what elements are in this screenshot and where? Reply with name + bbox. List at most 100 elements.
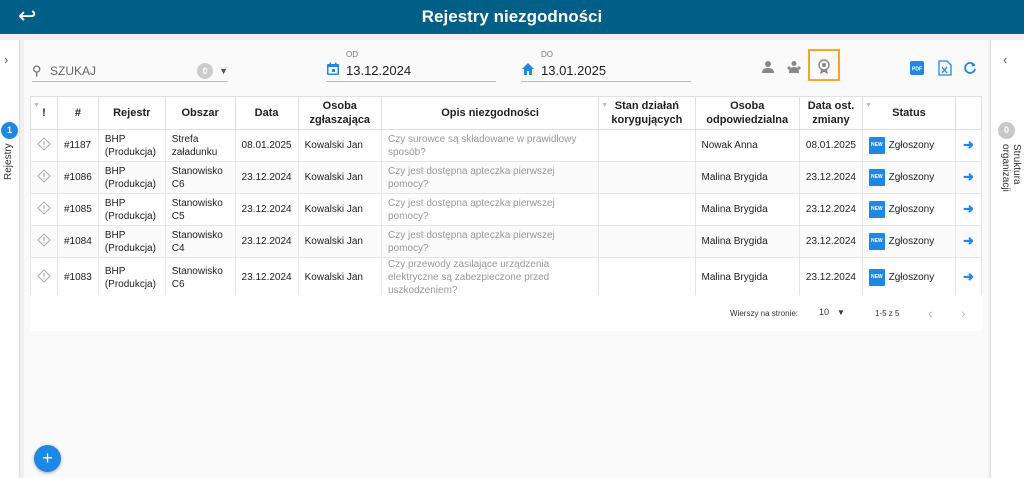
cell-register: BHP (Produkcja) (97, 161, 166, 194)
cell-date: 08.01.2025 (234, 129, 299, 162)
table-row[interactable]: #1086 BHP (Produkcja) Stanowisko C6 23.12.2… (30, 161, 982, 194)
search-input[interactable]: ⚲ SZUKAJ 0 ▼ (32, 60, 228, 82)
cell-corrective (598, 129, 696, 162)
arrow-right-icon[interactable]: ➜ (963, 137, 974, 152)
warning-icon-cell (30, 129, 58, 162)
cell-reporter: Kowalski Jan (297, 161, 382, 194)
new-tag-icon: NEW (868, 137, 885, 154)
cell-description: Czy surowce są składowane w prawidłowy s… (380, 129, 600, 162)
cell-num: #1187 (57, 129, 99, 162)
search-placeholder: SZUKAJ (50, 63, 97, 78)
cell-register: BHP (Produkcja) (97, 129, 166, 162)
person-badge-icon[interactable] (815, 58, 833, 76)
col-header-num[interactable]: # (57, 96, 99, 130)
col-header-flag[interactable]: ▼! (30, 96, 58, 130)
rail-label-rejestry[interactable]: Rejestry (3, 143, 14, 180)
arrow-right-icon[interactable]: ➜ (963, 201, 974, 216)
status-text: Zgłoszony (888, 172, 935, 184)
cell-action[interactable]: ➜ (955, 257, 982, 298)
col-header-status[interactable]: ▼ Status (861, 96, 957, 130)
chevron-down-icon[interactable]: ▼ (219, 66, 228, 76)
col-header-date[interactable]: Data (234, 96, 299, 130)
excel-icon[interactable] (936, 59, 954, 77)
calendar-icon (327, 62, 339, 75)
arrow-right-icon[interactable]: ➜ (963, 269, 974, 284)
cell-responsible: Malina Brygida (694, 257, 800, 298)
date-from-field[interactable]: OD 13.12.2024 (326, 50, 496, 82)
cell-date: 23.12.2024 (234, 257, 299, 298)
table-row[interactable]: #1187 BHP (Produkcja) Strefa załadunku 08.0… (30, 129, 982, 162)
col-header-corrective[interactable]: ▼ Stan działań korygujących (598, 96, 696, 130)
col-header-last-change[interactable]: Data ost. zmiany (798, 96, 863, 130)
table-row[interactable]: #1083 BHP (Produkcja) Stanowisko C6 23.12.2… (30, 257, 982, 298)
user-icon[interactable] (759, 58, 777, 76)
cell-action[interactable]: ➜ (955, 161, 982, 194)
new-tag-icon: NEW (868, 233, 885, 250)
status-text: Zgłoszony (888, 140, 935, 152)
filter-icon[interactable]: ▼ (865, 99, 872, 113)
col-header-reporter[interactable]: Osoba zgłaszająca (297, 96, 382, 130)
cell-action[interactable]: ➜ (955, 129, 982, 162)
cell-reporter: Kowalski Jan (297, 129, 382, 162)
pdf-icon[interactable]: PDF (908, 59, 926, 77)
status-text: Zgłoszony (888, 204, 935, 216)
cell-action[interactable]: ➜ (955, 225, 982, 258)
date-to-label: DO (541, 50, 553, 59)
cell-action[interactable]: ➜ (955, 193, 982, 226)
cell-description: Czy jest dostępna apteczka pierwszej pom… (380, 225, 600, 258)
home-icon (522, 63, 534, 75)
cell-status: NEW Zgłoszony (861, 257, 957, 298)
chevron-right-icon[interactable]: › (4, 52, 8, 67)
date-to-field[interactable]: DO 13.01.2025 (521, 50, 691, 82)
cell-area: Stanowisko C6 (164, 257, 236, 298)
cell-corrective (598, 257, 696, 298)
cell-last-change: 23.12.2024 (798, 161, 863, 194)
arrow-right-icon[interactable]: ➜ (963, 233, 974, 248)
cell-last-change: 08.01.2025 (798, 129, 863, 162)
rail-count-badge: 1 (1, 122, 18, 139)
right-rail: ‹ 0 Struktura organizacji (990, 40, 1024, 478)
left-rail: › 1 Rejestry (0, 40, 20, 478)
col-header-register[interactable]: Rejestr (97, 96, 166, 130)
col-header-area[interactable]: Obszar (164, 96, 236, 130)
warning-icon-cell (30, 161, 58, 194)
arrow-left-icon[interactable]: ↩ (18, 5, 36, 27)
cell-responsible: Malina Brygida (694, 193, 800, 226)
col-header-responsible[interactable]: Osoba odpowiedzialna (694, 96, 800, 130)
rows-per-page-select[interactable]: 10 ▼ (819, 307, 845, 317)
filter-icon[interactable]: ▼ (601, 99, 608, 113)
cell-corrective (598, 193, 696, 226)
table-row[interactable]: #1084 BHP (Produkcja) Stanowisko C4 23.12.2… (30, 225, 982, 258)
cell-area: Strefa załadunku (164, 129, 236, 162)
cell-num: #1085 (57, 193, 99, 226)
warning-icon (37, 200, 51, 215)
arrow-right-icon[interactable]: ➜ (963, 169, 974, 184)
page-title: Rejestry niezgodności (421, 7, 603, 26)
cell-date: 23.12.2024 (234, 193, 299, 226)
rail-label-struktura[interactable]: Struktura organizacji (1000, 144, 1022, 234)
warning-icon-cell (30, 225, 58, 258)
users-group-icon[interactable] (785, 58, 803, 76)
cell-area: Stanowisko C6 (164, 161, 236, 194)
cell-last-change: 23.12.2024 (798, 193, 863, 226)
chevron-left-icon[interactable]: ‹ (928, 305, 933, 321)
refresh-icon[interactable] (961, 59, 979, 77)
cell-register: BHP (Produkcja) (97, 193, 166, 226)
cell-description: Czy jest dostępna apteczka pierwszej pom… (380, 161, 600, 194)
cell-register: BHP (Produkcja) (97, 257, 166, 298)
warning-icon (37, 136, 51, 151)
cell-num: #1083 (57, 257, 99, 298)
warning-icon-cell (30, 193, 58, 226)
chevron-left-icon[interactable]: ‹ (1003, 52, 1007, 67)
col-header-description[interactable]: Opis niezgodności (380, 96, 600, 130)
filter-icon[interactable]: ▼ (33, 99, 40, 113)
cell-register: BHP (Produkcja) (97, 225, 166, 258)
cell-status: NEW Zgłoszony (861, 129, 957, 162)
cell-corrective (598, 161, 696, 194)
add-button[interactable]: + (34, 445, 61, 472)
pagination: Wierszy na stronie: 10 ▼ 1-5 z 5 ‹ › (30, 295, 982, 331)
svg-text:PDF: PDF (912, 67, 922, 73)
table-row[interactable]: #1085 BHP (Produkcja) Stanowisko C5 23.12.2… (30, 193, 982, 226)
chevron-right-icon[interactable]: › (961, 305, 966, 321)
cell-status: NEW Zgłoszony (861, 193, 957, 226)
